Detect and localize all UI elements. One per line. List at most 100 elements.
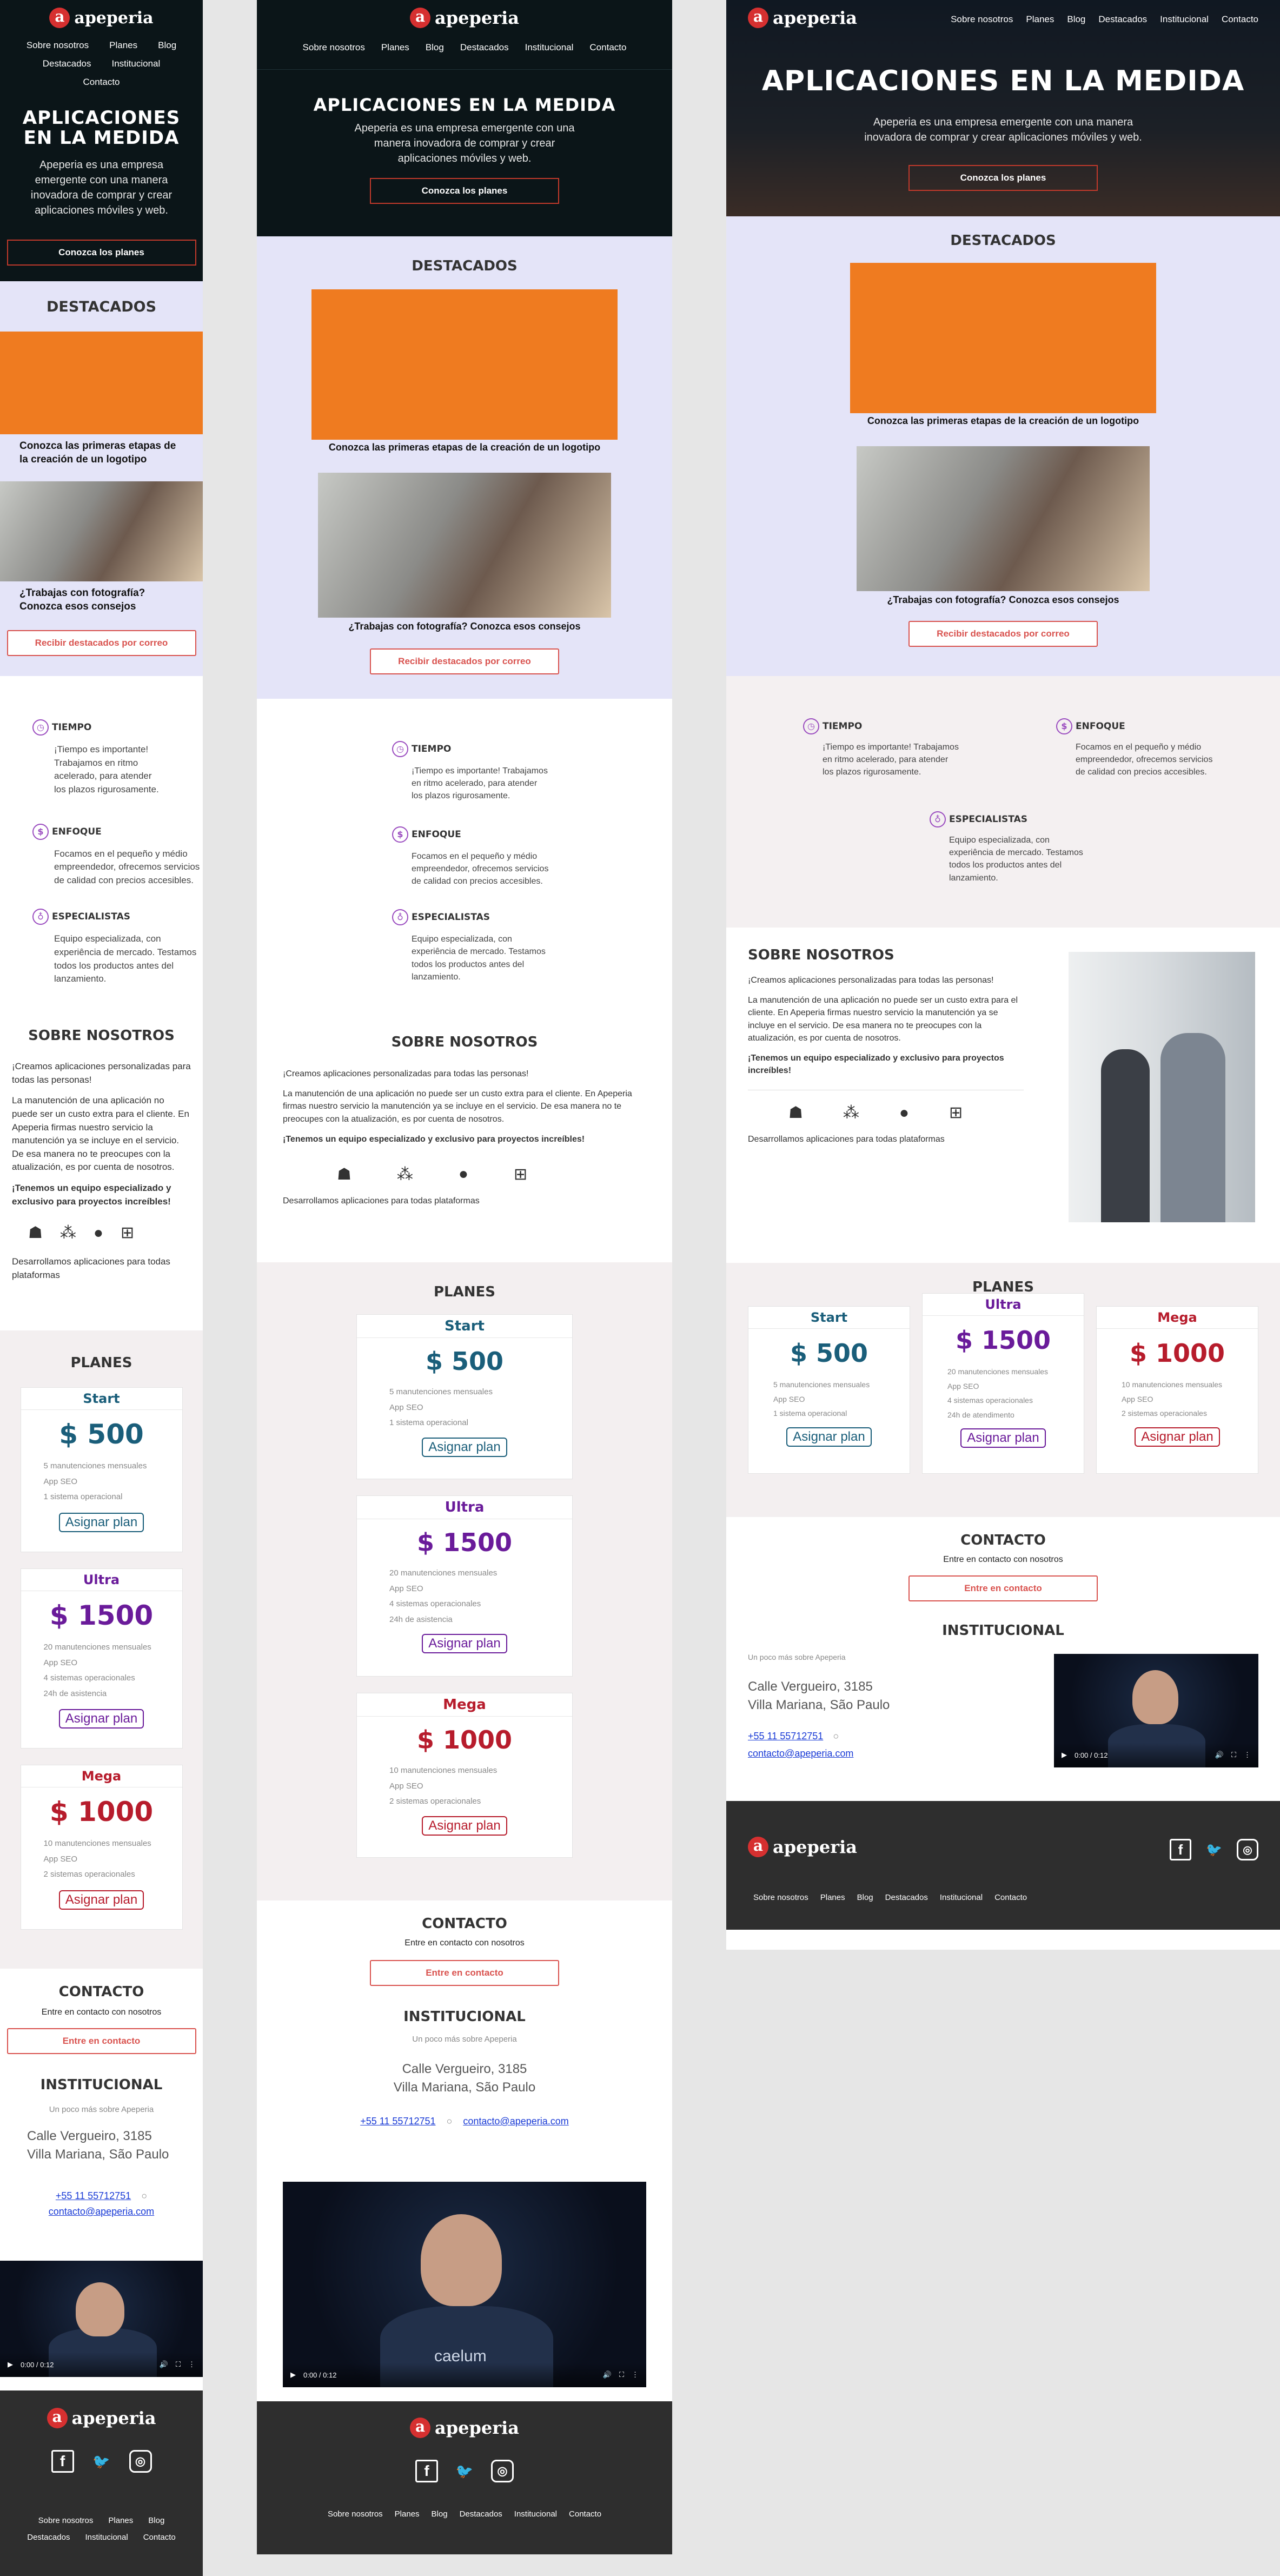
nav-sobre-nosotros[interactable]: Sobre nosotros	[303, 42, 365, 53]
flask-icon: ♁	[32, 909, 49, 925]
nav-institucional[interactable]: Institucional	[112, 58, 161, 69]
assign-plan-ultra-button[interactable]: Asignar plan	[58, 1709, 144, 1729]
hero-title: APLICACIONES EN LA MEDIDA	[22, 107, 181, 149]
nav-planes[interactable]: Planes	[1026, 14, 1054, 25]
tablet-logo[interactable]: a apeperia	[257, 8, 672, 28]
logo-text: apeperia	[74, 8, 154, 28]
play-icon[interactable]: ▶	[1062, 1751, 1067, 1759]
nav-destacados[interactable]: Destacados	[43, 58, 91, 69]
assign-plan-mega-button[interactable]: Asignar plan	[58, 1890, 144, 1910]
plan-card-ultra: Ultra $ 1500 20 manutenciones mensuales A…	[356, 1495, 573, 1677]
nav-contacto[interactable]: Contacto	[1222, 14, 1258, 25]
nav-blog[interactable]: Blog	[426, 42, 444, 53]
instagram-icon[interactable]: ◎	[491, 2460, 514, 2482]
twitter-icon[interactable]: 🐦	[90, 2450, 113, 2473]
play-icon[interactable]: ▶	[8, 2360, 13, 2369]
volume-icon[interactable]: 🔊	[603, 2370, 612, 2379]
assign-plan-start-button[interactable]: Asignar plan	[786, 1427, 872, 1447]
video-player[interactable]: caelum ▶ 0:00 / 0:12 🔊 ⛶ ⋮	[283, 2182, 646, 2387]
fullscreen-icon[interactable]: ⛶	[619, 2370, 624, 2379]
footer-logo[interactable]: a apeperia	[748, 1837, 857, 1857]
email-link[interactable]: contacto@apeperia.com	[463, 2116, 568, 2127]
stopwatch-icon: ◷	[32, 719, 49, 736]
hero-cta-button[interactable]: Conozca los planes	[908, 165, 1098, 191]
desktop-logo[interactable]: a apeperia	[748, 8, 857, 28]
twitter-icon[interactable]: 🐦	[453, 2460, 476, 2482]
assign-plan-mega-button[interactable]: Asignar plan	[1135, 1427, 1220, 1447]
nav-contacto[interactable]: Contacto	[589, 42, 626, 53]
instagram-icon[interactable]: ◎	[129, 2450, 152, 2473]
facebook-icon[interactable]: f	[51, 2450, 74, 2473]
featured-image-logo[interactable]	[311, 289, 618, 440]
nav-sobre-nosotros[interactable]: Sobre nosotros	[26, 40, 89, 51]
assign-plan-ultra-button[interactable]: Asignar plan	[422, 1634, 507, 1653]
nav-contacto[interactable]: Contacto	[83, 77, 120, 88]
fullscreen-icon[interactable]: ⛶	[176, 2360, 181, 2369]
contact-section: CONTACTO Entre en contacto con nosotros …	[0, 1969, 203, 2077]
email-link[interactable]: contacto@apeperia.com	[49, 2206, 154, 2217]
nav-destacados[interactable]: Destacados	[1098, 14, 1147, 25]
phone-link[interactable]: +55 11 55712751	[748, 1731, 823, 1741]
play-icon[interactable]: ▶	[290, 2370, 296, 2379]
volume-icon[interactable]: 🔊	[1215, 1751, 1224, 1759]
android-icon: ☗	[28, 1224, 43, 1242]
institucional-section: INSTITUCIONAL Un poco más sobre Apeperia…	[0, 2077, 203, 2261]
featured-image-photo[interactable]	[318, 473, 611, 618]
assign-plan-ultra-button[interactable]: Asignar plan	[960, 1428, 1046, 1448]
footer-logo[interactable]: a apeperia	[257, 2418, 672, 2438]
phone-link[interactable]: +55 11 55712751	[56, 2190, 131, 2201]
contact-button[interactable]: Entre en contacto	[370, 1960, 559, 1986]
destacados-section: DESTACADOS Conozca las primeras etapas d…	[726, 216, 1280, 676]
fullscreen-icon[interactable]: ⛶	[1231, 1751, 1236, 1759]
more-icon[interactable]: ⋮	[632, 2370, 639, 2379]
footer-logo[interactable]: a apeperia	[0, 2408, 203, 2428]
nav-sobre-nosotros[interactable]: Sobre nosotros	[951, 14, 1013, 25]
nav-destacados[interactable]: Destacados	[460, 42, 509, 53]
phone-link[interactable]: +55 11 55712751	[360, 2116, 435, 2127]
subscribe-button[interactable]: Recibir destacados por correo	[908, 621, 1098, 647]
video-player[interactable]: ▶ 0:00 / 0:12 🔊 ⛶ ⋮	[0, 2261, 203, 2377]
hero-text: Apeperia es una empresa emergente con un…	[354, 122, 575, 164]
hero-cta-button[interactable]: Conozca los planes	[6, 239, 196, 266]
nav-blog[interactable]: Blog	[158, 40, 176, 51]
nav-blog[interactable]: Blog	[1067, 14, 1085, 25]
assign-plan-start-button[interactable]: Asignar plan	[422, 1437, 507, 1457]
assign-plan-mega-button[interactable]: Asignar plan	[422, 1816, 507, 1836]
more-icon[interactable]: ⋮	[188, 2360, 195, 2369]
featured-image-logo[interactable]	[850, 263, 1156, 413]
about-section: SOBRE NOSOTROS ¡Creamos aplicaciones per…	[12, 1028, 191, 1281]
nav-planes[interactable]: Planes	[381, 42, 409, 53]
features-section: ◷ TIEMPO ¡Tiempo es importante! Trabajamo…	[257, 699, 672, 1034]
plans-section: PLANES Start $ 500 5 manutenciones mensu…	[257, 1262, 672, 1900]
nav-institucional[interactable]: Institucional	[1160, 14, 1209, 25]
featured-image-logo[interactable]	[0, 332, 203, 434]
mobile-logo[interactable]: a apeperia	[0, 8, 203, 28]
hero-cta-button[interactable]: Conozca los planes	[370, 178, 559, 204]
volume-icon[interactable]: 🔊	[160, 2360, 168, 2369]
featured-caption-2[interactable]: ¿Trabajas con fotografía? Conozca esos c…	[0, 581, 203, 613]
plan-card-ultra: Ultra $ 1500 20 manutenciones mensuales A…	[20, 1568, 183, 1749]
social-row: f 🐦 ◎	[257, 2460, 672, 2482]
contact-button[interactable]: Entre en contacto	[6, 2028, 196, 2054]
features-section: ◷ TIEMPO ¡Tiempo es importante! Trabajamo…	[0, 676, 203, 1028]
contact-button[interactable]: Entre en contacto	[908, 1575, 1098, 1601]
video-player[interactable]: ▶ 0:00 / 0:12 🔊 ⛶ ⋮	[1054, 1654, 1258, 1767]
nav-institucional[interactable]: Institucional	[525, 42, 574, 53]
mobile-nav: Sobre nosotros Planes Blog Destacados In…	[0, 28, 203, 88]
subscribe-button[interactable]: Recibir destacados por correo	[6, 630, 196, 656]
twitter-icon[interactable]: 🐦	[1203, 1839, 1225, 1860]
assign-plan-start-button[interactable]: Asignar plan	[58, 1512, 144, 1532]
facebook-icon[interactable]: f	[1170, 1839, 1191, 1860]
desktop-hero: a apeperia Sobre nosotros Planes Blog Destac…	[726, 0, 1280, 216]
featured-image-photo[interactable]	[0, 481, 203, 582]
hero-text: Apeperia es una empresa emergente con un…	[30, 158, 173, 216]
more-icon[interactable]: ⋮	[1244, 1751, 1251, 1759]
featured-image-photo[interactable]	[857, 446, 1150, 591]
email-link[interactable]: contacto@apeperia.com	[748, 1748, 853, 1759]
featured-caption-1[interactable]: Conozca las primeras etapas de la creaci…	[0, 434, 203, 466]
instagram-icon[interactable]: ◎	[1237, 1839, 1258, 1860]
subscribe-button[interactable]: Recibir destacados por correo	[370, 648, 559, 674]
nav-planes[interactable]: Planes	[109, 40, 137, 51]
facebook-icon[interactable]: f	[415, 2460, 438, 2482]
target-icon: $	[32, 823, 49, 840]
